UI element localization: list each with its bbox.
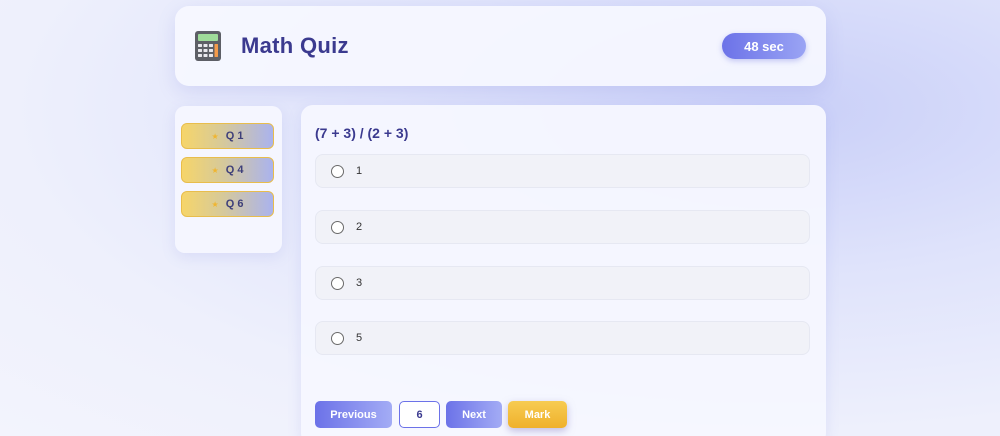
sidebar-item-label: Q 1 xyxy=(225,130,244,142)
timer-badge: 48 sec xyxy=(722,33,806,59)
quiz-header: Math Quiz 48 sec xyxy=(175,6,826,86)
radio-button[interactable] xyxy=(331,331,344,345)
option-label: 1 xyxy=(356,165,363,177)
previous-button[interactable]: Previous xyxy=(315,401,392,428)
question-panel: (7 + 3) / (2 + 3) 1 2 3 5 Previous 6 Nex… xyxy=(301,105,826,436)
option-label: 3 xyxy=(356,277,363,289)
answer-option-2[interactable]: 2 xyxy=(315,210,810,244)
next-button[interactable]: Next xyxy=(446,401,502,428)
sidebar-item-label: Q 6 xyxy=(225,198,244,210)
mark-button[interactable]: Mark xyxy=(508,401,567,428)
sidebar-item-q4[interactable]: ★ Q 4 xyxy=(181,157,274,183)
page-title: Math Quiz xyxy=(241,33,349,58)
star-icon: ★ xyxy=(211,131,219,141)
star-icon: ★ xyxy=(211,199,219,209)
option-label: 2 xyxy=(356,221,363,233)
star-icon: ★ xyxy=(211,165,219,175)
answer-option-3[interactable]: 3 xyxy=(315,266,810,300)
page-number-button[interactable]: 6 xyxy=(399,401,440,428)
sidebar-item-label: Q 4 xyxy=(225,164,244,176)
option-label: 5 xyxy=(356,332,363,344)
answer-option-4[interactable]: 5 xyxy=(315,321,810,355)
question-text: (7 + 3) / (2 + 3) xyxy=(315,125,409,141)
answer-option-1[interactable]: 1 xyxy=(315,154,810,188)
radio-button[interactable] xyxy=(331,220,344,234)
calculator-icon xyxy=(195,31,221,61)
question-sidebar: ★ Q 1 ★ Q 4 ★ Q 6 xyxy=(175,106,282,253)
sidebar-item-q6[interactable]: ★ Q 6 xyxy=(181,191,274,217)
radio-button[interactable] xyxy=(331,276,344,290)
sidebar-item-q1[interactable]: ★ Q 1 xyxy=(181,123,274,149)
radio-button[interactable] xyxy=(331,164,344,178)
